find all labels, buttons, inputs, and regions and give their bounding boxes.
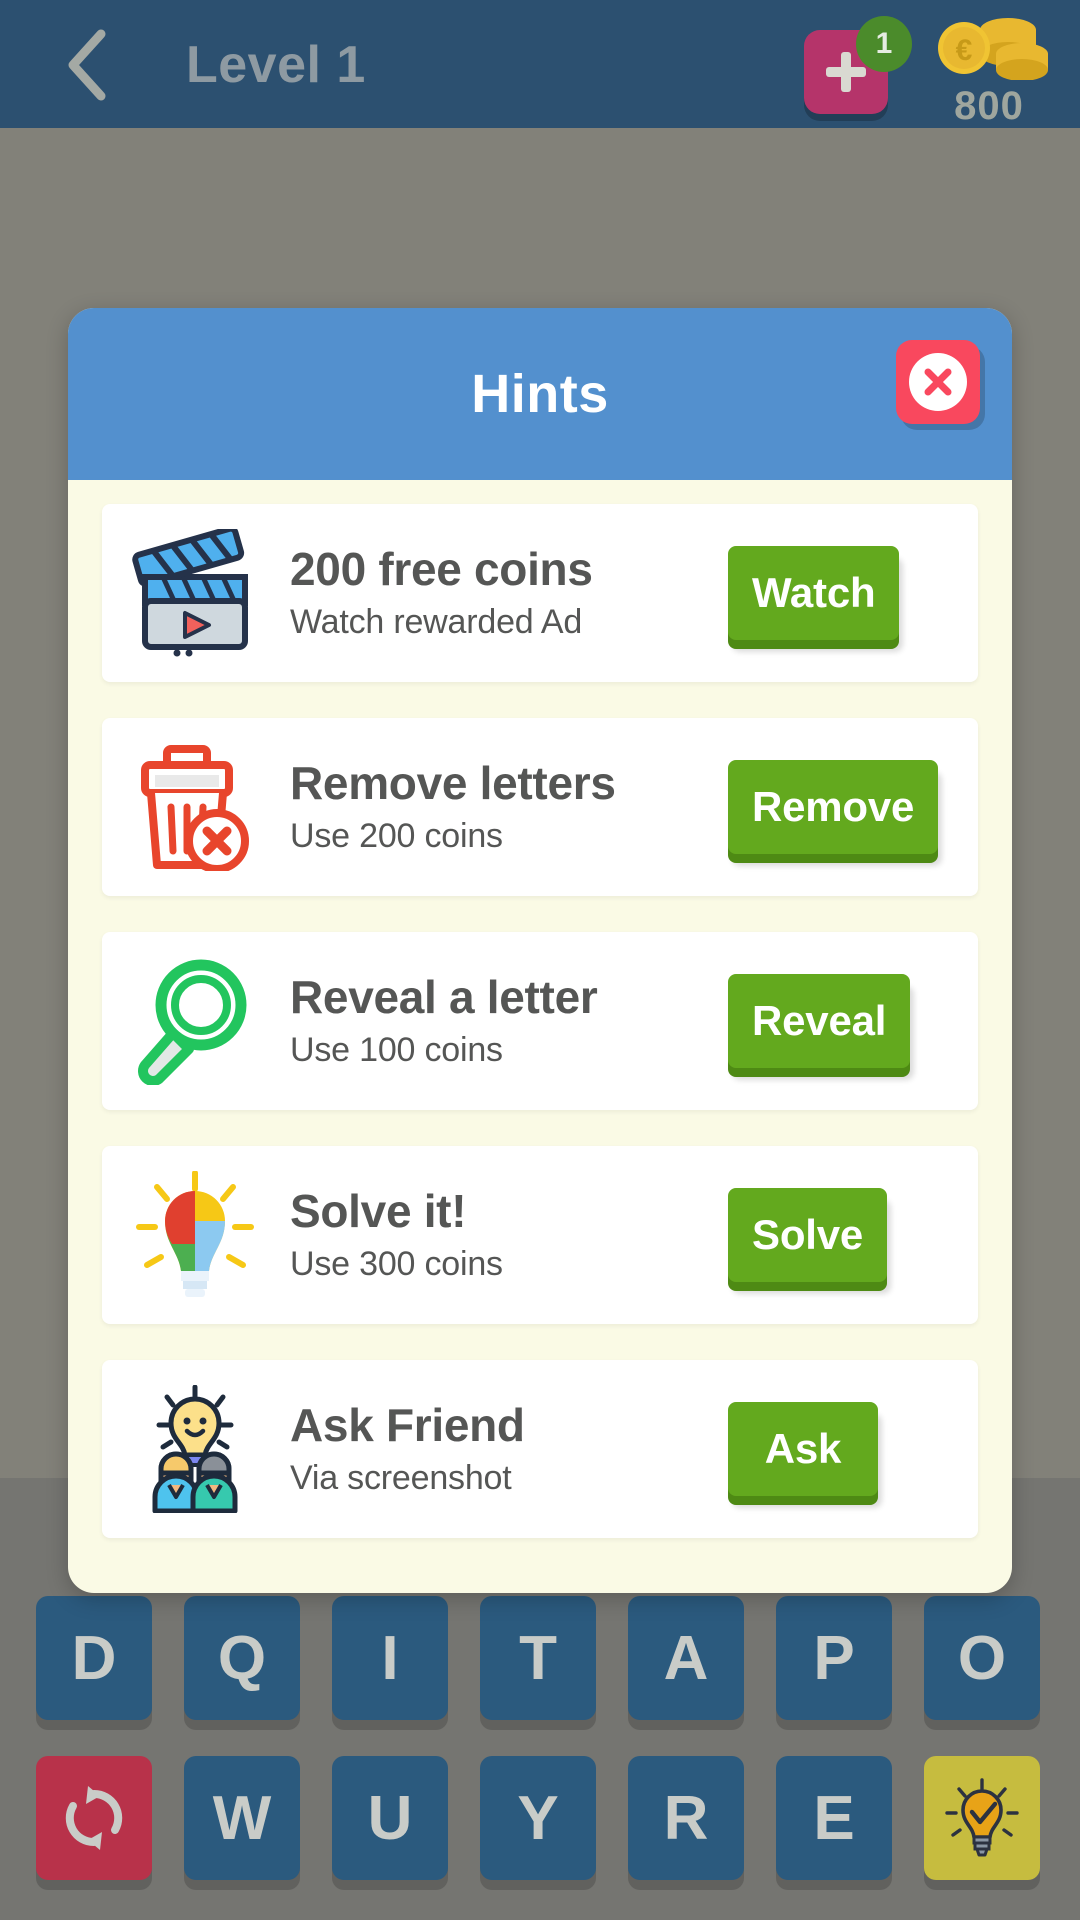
key-y[interactable]: Y — [480, 1756, 596, 1880]
hint-subtitle: Via screenshot — [290, 1458, 512, 1497]
hint-text: Reveal a letter Use 100 coins — [288, 972, 728, 1070]
hint-card: Ask Friend Via screenshot Ask — [102, 1360, 978, 1538]
page-title: Level 1 — [186, 36, 366, 94]
plus-badge: 1 — [856, 16, 912, 72]
hint-title: Remove letters — [290, 757, 616, 810]
key-a[interactable]: A — [628, 1596, 744, 1720]
hint-action: Watch — [728, 546, 978, 640]
hint-subtitle: Watch rewarded Ad — [290, 602, 583, 641]
key-i[interactable]: I — [332, 1596, 448, 1720]
keyboard-row-1: DQITAPO — [0, 1596, 1080, 1732]
hint-action: Ask — [728, 1402, 978, 1496]
trash-delete-icon — [102, 718, 288, 896]
key-r[interactable]: R — [628, 1756, 744, 1880]
key-w[interactable]: W — [184, 1756, 300, 1880]
back-button[interactable] — [48, 26, 126, 104]
hint-key[interactable] — [924, 1756, 1040, 1880]
coin-stack-icon: € — [930, 14, 1048, 81]
hint-subtitle: Use 300 coins — [290, 1244, 503, 1283]
chevron-left-icon — [63, 28, 111, 102]
hint-card: Reveal a letter Use 100 coins Reveal — [102, 932, 978, 1110]
hint-subtitle: Use 200 coins — [290, 816, 503, 855]
dialog-header: Hints — [68, 308, 1012, 480]
hint-text: Solve it! Use 300 coins — [288, 1186, 728, 1284]
hint-title: Ask Friend — [290, 1399, 525, 1452]
hint-subtitle: Use 100 coins — [290, 1030, 503, 1069]
hint-remove-button[interactable]: Remove — [728, 760, 939, 854]
magnifier-icon — [102, 932, 288, 1110]
hint-title: 200 free coins — [290, 543, 593, 596]
key-u[interactable]: U — [332, 1756, 448, 1880]
shuffle-key[interactable] — [36, 1756, 152, 1880]
hint-text: Remove letters Use 200 coins — [288, 758, 728, 856]
hint-title: Reveal a letter — [290, 971, 598, 1024]
hint-action: Remove — [728, 760, 978, 854]
puzzle-lightbulb-icon — [102, 1146, 288, 1324]
hint-text: 200 free coins Watch rewarded Ad — [288, 544, 728, 642]
key-q[interactable]: Q — [184, 1596, 300, 1720]
hint-card: Solve it! Use 300 coins Solve — [102, 1146, 978, 1324]
hint-reveal-button[interactable]: Reveal — [728, 974, 911, 1068]
movie-clapper-icon — [102, 504, 288, 682]
key-p[interactable]: P — [776, 1596, 892, 1720]
hint-card: Remove letters Use 200 coins Remove — [102, 718, 978, 896]
lightbulb-hint-icon — [945, 1778, 1019, 1857]
svg-text:€: € — [956, 34, 973, 67]
hint-list: 200 free coins Watch rewarded Ad Watch Rem… — [68, 480, 1012, 1566]
keyboard-row-2: WUYRE — [0, 1756, 1080, 1892]
key-d[interactable]: D — [36, 1596, 152, 1720]
hint-action: Solve — [728, 1188, 978, 1282]
key-t[interactable]: T — [480, 1596, 596, 1720]
hint-ask-button[interactable]: Ask — [728, 1402, 878, 1496]
key-o[interactable]: O — [924, 1596, 1040, 1720]
close-button[interactable] — [896, 340, 980, 424]
key-e[interactable]: E — [776, 1756, 892, 1880]
friends-idea-icon — [102, 1360, 288, 1538]
coin-amount-label: 800 — [954, 84, 1024, 128]
hint-title: Solve it! — [290, 1185, 467, 1238]
hints-dialog: Hints 200 free coins Watch rewarded Ad Wat… — [68, 308, 1012, 1593]
hint-text: Ask Friend Via screenshot — [288, 1400, 728, 1498]
hint-solve-button[interactable]: Solve — [728, 1188, 888, 1282]
close-x-icon — [909, 353, 967, 411]
top-bar: Level 1 1 € 800 — [0, 0, 1080, 128]
add-coins-button[interactable]: 1 — [804, 16, 912, 118]
shuffle-icon — [65, 1786, 123, 1850]
dialog-title: Hints — [471, 364, 609, 424]
coin-balance[interactable]: € 800 — [922, 14, 1056, 128]
letter-keyboard: DQITAPO WUYRE — [0, 1596, 1080, 1920]
hint-action: Reveal — [728, 974, 978, 1068]
hint-watch-button[interactable]: Watch — [728, 546, 900, 640]
hint-card: 200 free coins Watch rewarded Ad Watch — [102, 504, 978, 682]
